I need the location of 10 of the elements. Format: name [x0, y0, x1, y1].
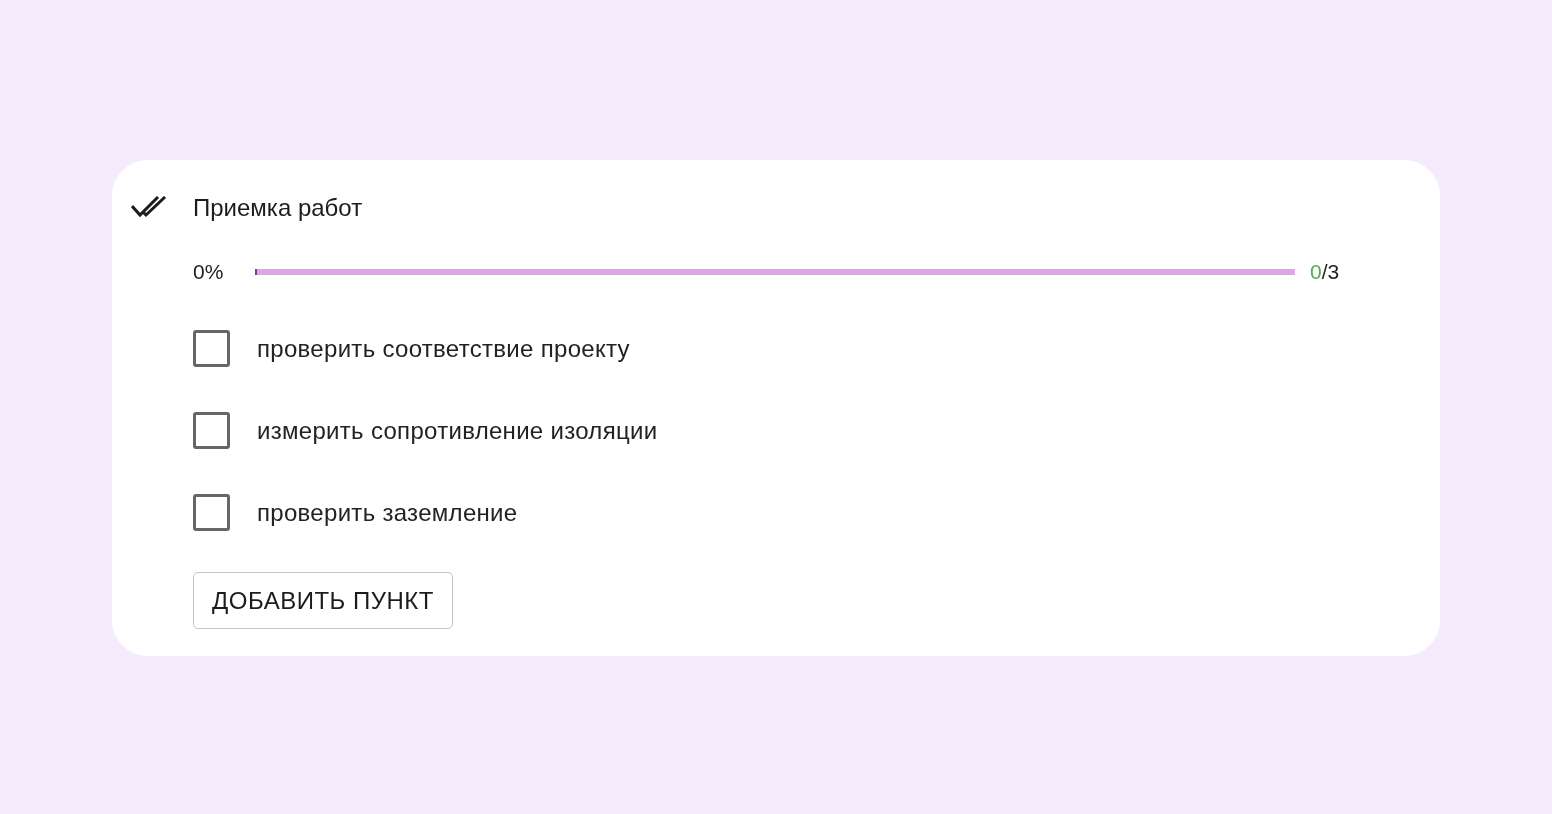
checklist-item-label: проверить соответствие проекту — [257, 334, 630, 363]
checklist-item-label: проверить заземление — [257, 498, 518, 527]
checklist-item-label: измерить сопротивление изоляции — [257, 416, 658, 445]
checkbox[interactable] — [193, 494, 230, 531]
progress-percent: 0% — [193, 260, 225, 284]
progress-count: 0/3 — [1310, 260, 1340, 284]
checklist-title: Приемка работ — [193, 194, 363, 222]
checkbox[interactable] — [193, 412, 230, 449]
checkbox[interactable] — [193, 330, 230, 367]
add-item-button[interactable]: ДОБАВИТЬ ПУНКТ — [193, 572, 453, 629]
